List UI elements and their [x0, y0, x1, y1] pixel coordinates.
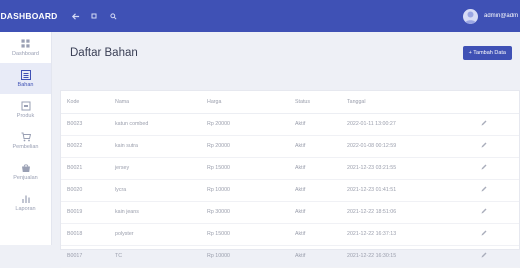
- cell-nama: jersey: [109, 157, 201, 180]
- square-icon[interactable]: [89, 11, 99, 21]
- cell-tanggal: 2021-12-22 16:37:13: [341, 223, 449, 246]
- table-row[interactable]: B0020 lycra Rp 10000 Aktif 2021-12-23 01…: [61, 179, 519, 202]
- sidebar-item-laporan[interactable]: Laporan: [0, 187, 51, 218]
- table-row[interactable]: B0017 TC Rp 10000 Aktif 2021-12-22 16:30…: [61, 245, 519, 268]
- column-header-status[interactable]: Status: [289, 91, 341, 114]
- sidebar-item-produk[interactable]: Produk: [0, 94, 51, 125]
- cell-status: Aktif: [289, 223, 341, 246]
- table-row[interactable]: B0023 katun combed Rp 20000 Aktif 2022-0…: [61, 113, 519, 136]
- cell-status: Aktif: [289, 201, 341, 224]
- edit-pencil-icon[interactable]: [481, 208, 487, 214]
- top-navbar: DASHBOARD admin@admin.co: [0, 0, 520, 32]
- column-header-tanggal[interactable]: Tanggal: [341, 91, 449, 114]
- cell-harga: Rp 10000: [201, 179, 289, 202]
- cell-nama: kain sutra: [109, 135, 201, 158]
- column-header-action: [449, 91, 519, 114]
- cell-tanggal: 2021-12-22 18:51:06: [341, 201, 449, 224]
- cell-status: Aktif: [289, 157, 341, 180]
- edit-pencil-icon[interactable]: [481, 164, 487, 170]
- cell-nama: TC: [109, 245, 201, 268]
- search-icon[interactable]: [108, 11, 118, 21]
- sidebar: Dashboard Bahan Produk Pembelian Penjual…: [0, 32, 52, 245]
- edit-pencil-icon[interactable]: [481, 120, 487, 126]
- edit-pencil-icon[interactable]: [481, 252, 487, 258]
- column-header-nama[interactable]: Nama: [109, 91, 201, 114]
- table-row[interactable]: B0019 kain jeans Rp 30000 Aktif 2021-12-…: [61, 201, 519, 224]
- list-icon: [20, 69, 31, 80]
- cell-tanggal: 2022-01-08 00:12:59: [341, 135, 449, 158]
- sidebar-item-label: Dashboard: [12, 51, 39, 57]
- cell-status: Aktif: [289, 135, 341, 158]
- sidebar-item-label: Produk: [16, 113, 35, 119]
- edit-pencil-icon[interactable]: [481, 186, 487, 192]
- sidebar-item-label: Bahan: [17, 82, 34, 88]
- cell-kode: B0021: [61, 157, 109, 180]
- cell-harga: Rp 15000: [201, 223, 289, 246]
- cell-kode: B0019: [61, 201, 109, 224]
- cell-nama: polyster: [109, 223, 201, 246]
- column-header-kode[interactable]: Kode: [61, 91, 109, 114]
- edit-pencil-icon[interactable]: [481, 230, 487, 236]
- sidebar-item-label: Penjualan: [13, 175, 38, 181]
- cell-kode: B0020: [61, 179, 109, 202]
- brand-title[interactable]: DASHBOARD: [0, 0, 58, 32]
- user-avatar-icon[interactable]: [463, 8, 478, 24]
- add-data-button[interactable]: + Tambah Data: [462, 46, 512, 60]
- cell-kode: B0017: [61, 245, 109, 268]
- cell-nama: lycra: [109, 179, 201, 202]
- table-header-row: Kode Nama Harga Status Tanggal: [61, 91, 519, 114]
- sidebar-item-dashboard[interactable]: Dashboard: [0, 32, 51, 63]
- cell-harga: Rp 30000: [201, 201, 289, 224]
- cell-kode: B0018: [61, 223, 109, 246]
- cell-status: Aktif: [289, 179, 341, 202]
- column-header-harga[interactable]: Harga: [201, 91, 289, 114]
- cell-kode: B0022: [61, 135, 109, 158]
- sidebar-item-bahan[interactable]: Bahan: [0, 63, 51, 94]
- cell-status: Aktif: [289, 113, 341, 136]
- cell-harga: Rp 20000: [201, 113, 289, 136]
- cell-tanggal: 2022-01-11 13:00:27: [341, 113, 449, 136]
- cell-nama: kain jeans: [109, 201, 201, 224]
- table-row[interactable]: B0018 polyster Rp 15000 Aktif 2021-12-22…: [61, 223, 519, 246]
- arrow-left-icon[interactable]: [70, 11, 80, 21]
- sidebar-item-penjualan[interactable]: Penjualan: [0, 156, 51, 187]
- table-row[interactable]: B0022 kain sutra Rp 20000 Aktif 2022-01-…: [61, 135, 519, 158]
- cell-tanggal: 2021-12-22 16:30:15: [341, 245, 449, 268]
- table-row[interactable]: B0021 jersey Rp 15000 Aktif 2021-12-23 0…: [61, 157, 519, 180]
- sidebar-item-pembelian[interactable]: Pembelian: [0, 125, 51, 156]
- cell-nama: katun combed: [109, 113, 201, 136]
- cell-kode: B0023: [61, 113, 109, 136]
- page-title: Daftar Bahan: [70, 47, 138, 59]
- bag-icon: [20, 162, 31, 173]
- user-email[interactable]: admin@admin.co: [484, 13, 518, 19]
- cell-harga: Rp 20000: [201, 135, 289, 158]
- cell-status: Aktif: [289, 245, 341, 268]
- cell-tanggal: 2021-12-23 01:41:51: [341, 179, 449, 202]
- cart-icon: [20, 131, 31, 142]
- sidebar-item-label: Pembelian: [12, 144, 39, 150]
- cell-tanggal: 2021-12-23 03:21:55: [341, 157, 449, 180]
- edit-pencil-icon[interactable]: [481, 142, 487, 148]
- grid-icon: [20, 38, 31, 49]
- cell-harga: Rp 10000: [201, 245, 289, 268]
- box-icon: [20, 100, 31, 111]
- chart-icon: [20, 193, 31, 204]
- table-card: Kode Nama Harga Status Tanggal B0023 kat…: [60, 90, 520, 268]
- cell-harga: Rp 15000: [201, 157, 289, 180]
- sidebar-item-label: Laporan: [15, 206, 36, 212]
- bahan-table: Kode Nama Harga Status Tanggal B0023 kat…: [61, 91, 519, 268]
